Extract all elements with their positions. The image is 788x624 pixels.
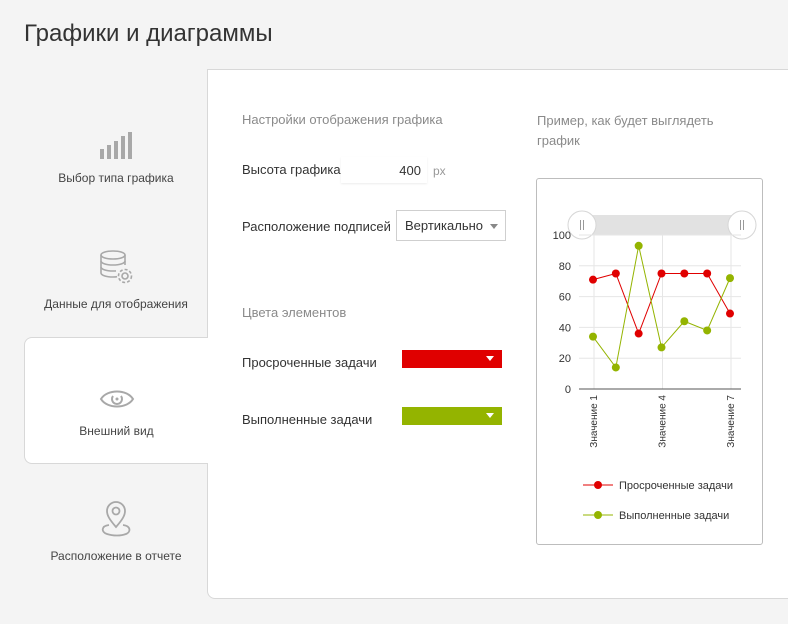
data-point bbox=[634, 329, 643, 338]
overdue-color-label: Просроченные задачи bbox=[242, 355, 377, 370]
legend-marker bbox=[594, 511, 602, 519]
labels-position-label: Расположение подписей bbox=[242, 219, 391, 234]
data-point bbox=[589, 332, 597, 341]
completed-color-picker[interactable] bbox=[402, 407, 502, 425]
data-point bbox=[703, 269, 712, 278]
y-tick-label: 20 bbox=[559, 353, 571, 365]
data-point bbox=[680, 317, 689, 326]
x-tick-label: Значение 7 bbox=[726, 395, 737, 448]
labels-position-select[interactable]: Вертикально bbox=[396, 210, 506, 241]
chevron-down-icon bbox=[490, 224, 498, 229]
nav-item-chart-type[interactable]: Выбор типа графика bbox=[24, 85, 208, 212]
eye-icon bbox=[99, 378, 135, 412]
nav-item-data[interactable]: Данные для отображения bbox=[24, 211, 208, 338]
nav-item-label: Расположение в отчете bbox=[50, 549, 182, 563]
data-point bbox=[634, 241, 643, 250]
display-settings-title: Настройки отображения графика bbox=[242, 112, 443, 127]
data-point bbox=[589, 275, 597, 284]
location-pin-icon bbox=[99, 501, 133, 537]
height-unit: px bbox=[433, 164, 446, 178]
legend-label: Просроченные задачи bbox=[619, 480, 733, 492]
y-tick-label: 60 bbox=[559, 292, 571, 304]
height-label: Высота графика bbox=[242, 162, 341, 177]
chart-preview: 0 20 40 60 80 100 Значение 1 Значение 4 Значени… bbox=[536, 178, 763, 545]
data-point bbox=[703, 326, 712, 335]
legend-marker bbox=[594, 481, 602, 489]
overdue-color-picker[interactable] bbox=[402, 350, 502, 368]
line-chart: 0 20 40 60 80 100 Значение 1 Значение 4 Значени… bbox=[553, 210, 757, 522]
nav-item-appearance[interactable]: Внешний вид bbox=[24, 337, 208, 464]
height-input[interactable] bbox=[341, 157, 427, 183]
x-tick-label: Значение 1 bbox=[589, 395, 600, 448]
data-point bbox=[657, 269, 666, 278]
data-point bbox=[726, 274, 734, 283]
nav-item-label: Данные для отображения bbox=[44, 297, 188, 311]
y-tick-label: 100 bbox=[553, 230, 571, 242]
chevron-down-icon bbox=[486, 356, 494, 361]
labels-position-value: Вертикально bbox=[405, 218, 484, 233]
chevron-down-icon bbox=[486, 413, 494, 418]
nav-item-location[interactable]: Расположение в отчете bbox=[24, 463, 208, 590]
bar-chart-icon bbox=[99, 125, 133, 159]
data-point bbox=[726, 309, 734, 318]
nav-item-label: Внешний вид bbox=[79, 424, 154, 438]
nav-item-label: Выбор типа графика bbox=[58, 171, 174, 185]
y-tick-label: 80 bbox=[559, 261, 571, 273]
page-title: Графики и диаграммы bbox=[24, 20, 273, 47]
y-tick-label: 40 bbox=[559, 322, 571, 334]
preview-title: Пример, как будет выглядеть график bbox=[537, 113, 714, 148]
y-tick-label: 0 bbox=[565, 384, 571, 396]
completed-color-label: Выполненные задачи bbox=[242, 412, 373, 427]
data-point bbox=[657, 343, 666, 352]
data-point bbox=[611, 269, 620, 278]
legend-label: Выполненные задачи bbox=[619, 510, 729, 522]
database-settings-icon bbox=[98, 250, 134, 285]
data-point bbox=[611, 363, 620, 372]
colors-title: Цвета элементов bbox=[242, 305, 347, 320]
zoom-slider-track[interactable] bbox=[582, 215, 742, 235]
x-tick-label: Значение 4 bbox=[658, 395, 669, 448]
data-point bbox=[680, 269, 689, 278]
